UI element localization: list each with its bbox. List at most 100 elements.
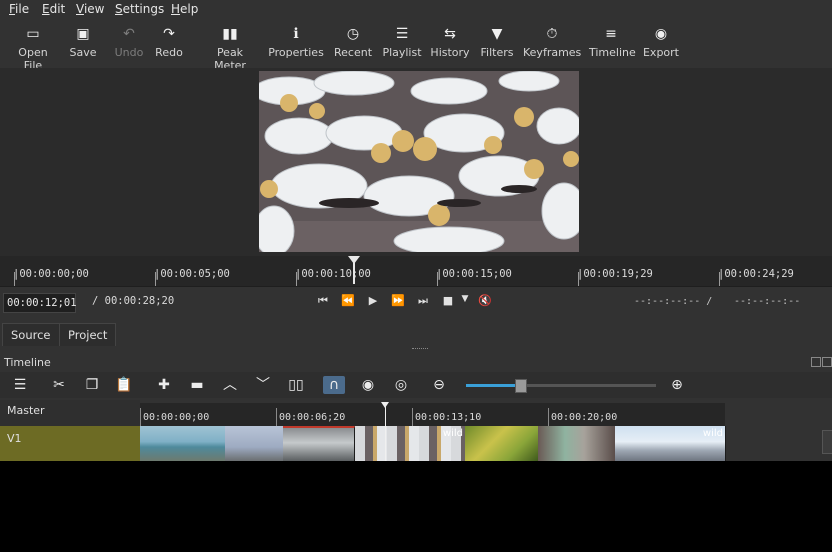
preview-time-ruler[interactable]: |00:00:00;00 |00:00:05;00 |00:00:10;00 |… — [0, 256, 832, 287]
menu-file[interactable]: File — [9, 2, 29, 16]
recent-button[interactable]: ◷ Recent — [332, 22, 374, 66]
timeline-ruler-label: 00:00:20;00 — [551, 412, 618, 423]
zoom-slider-handle[interactable] — [515, 379, 527, 393]
ruler-label: |00:00:10;00 — [295, 268, 371, 280]
tab-project[interactable]: Project — [59, 323, 117, 346]
menu-settings[interactable]: Settings — [115, 2, 164, 16]
copy-icon[interactable]: ❐ — [81, 376, 103, 394]
undo-button[interactable]: ↶ Undo — [112, 22, 146, 66]
remove-icon[interactable]: ▬ — [186, 376, 208, 394]
clip-thumbnail[interactable] — [538, 426, 616, 461]
total-duration: / 00:00:28;20 — [92, 295, 175, 307]
fast-forward-icon[interactable]: ⏩ — [390, 294, 406, 307]
timeline-ruler-tick — [276, 408, 277, 426]
filter-icon: ▼ — [491, 26, 503, 42]
in-point: --:--:--:-- / — [634, 296, 713, 307]
properties-button[interactable]: ℹ Properties — [268, 22, 324, 66]
menu-view[interactable]: View — [76, 2, 104, 16]
clip-thumbnail-selected[interactable] — [283, 426, 355, 461]
scrub-eye-icon[interactable]: ◉ — [357, 376, 379, 394]
save-icon: ▣ — [76, 26, 90, 42]
lift-icon[interactable]: ︿ — [219, 376, 241, 394]
undo-icon: ↶ — [123, 26, 135, 42]
video-frame — [259, 71, 579, 252]
playlist-button[interactable]: ☰ Playlist — [382, 22, 422, 66]
timeline-button[interactable]: ≡ Timeline — [589, 22, 636, 66]
snap-magnet-icon[interactable]: ∩ — [323, 376, 345, 394]
info-icon: ℹ — [293, 26, 299, 42]
redo-button[interactable]: ↷ Redo — [152, 22, 186, 66]
v1-track-header[interactable]: V1 — [0, 426, 140, 461]
history-icon: ⇆ — [444, 26, 456, 42]
peak-meter-button[interactable]: ▮▮ Peak Meter — [200, 22, 260, 72]
save-button[interactable]: ▣ Save — [66, 22, 100, 66]
disc-icon: ◉ — [654, 26, 668, 42]
open-file-icon: ▭ — [26, 26, 40, 42]
append-icon[interactable]: ✚ — [153, 376, 175, 394]
float-panel-icon[interactable] — [811, 357, 821, 367]
menu-help[interactable]: Help — [171, 2, 198, 16]
ruler-label: |00:00:24;29 — [718, 268, 794, 280]
tab-source[interactable]: Source — [2, 323, 60, 346]
zoom-in-icon[interactable]: ⊕ — [666, 376, 688, 394]
timeline-ruler[interactable]: 00:00:00;00 00:00:06;20 00:00:13;10 00:0… — [140, 403, 725, 426]
timeline-ruler-tick — [412, 408, 413, 426]
menubar: File Edit View Settings Help — [0, 0, 832, 20]
history-button[interactable]: ⇆ History — [430, 22, 470, 66]
ruler-label: |00:00:15;00 — [436, 268, 512, 280]
zoom-out-icon[interactable]: ⊖ — [428, 376, 450, 394]
chevron-down-icon[interactable]: ▼ — [457, 294, 473, 304]
out-point: --:--:--:-- — [734, 296, 801, 307]
timeline-menu-icon[interactable]: ☰ — [9, 376, 31, 394]
close-panel-icon[interactable] — [822, 357, 832, 367]
main-toolbar: ▭ Open File ▣ Save ↶ Undo ↷ Redo ▮▮ Peak… — [0, 22, 832, 72]
play-icon[interactable]: ▶ — [365, 294, 381, 307]
paste-icon[interactable]: 📋 — [113, 376, 135, 394]
skip-to-start-icon[interactable]: ⏮ — [315, 294, 331, 308]
peak-meter-icon: ▮▮ — [222, 26, 238, 42]
timeline-icon: ≡ — [605, 26, 617, 42]
ripple-target-icon[interactable]: ◎ — [390, 376, 412, 394]
keyframes-button[interactable]: ⏱ Keyframes — [523, 22, 581, 66]
open-file-button[interactable]: ▭ Open File — [8, 22, 58, 72]
ruler-label: |00:00:19;29 — [577, 268, 653, 280]
timeline-playhead — [385, 403, 386, 461]
rewind-icon[interactable]: ⏪ — [340, 294, 356, 307]
ruler-label: |00:00:05;00 — [154, 268, 230, 280]
redo-icon: ↷ — [163, 26, 175, 42]
timeline-toolbar: ☰ ✂ ❐ 📋 ✚ ▬ ︿ ﹀ ▯▯ ∩ ◉ ◎ ⊖ ⊕ — [0, 372, 832, 398]
menu-edit[interactable]: Edit — [42, 2, 65, 16]
zoom-slider-fill — [466, 384, 520, 387]
ruler-label: |00:00:00;00 — [13, 268, 89, 280]
export-button[interactable]: ◉ Export — [642, 22, 680, 66]
current-timecode-field[interactable]: 00:00:12;01 — [3, 293, 77, 313]
clip-thumbnail[interactable]: wild — [355, 426, 466, 461]
timeline-ruler-tick — [548, 408, 549, 426]
toggle-zoom-icon[interactable]: ■ — [440, 294, 456, 307]
clip-thumbnail[interactable] — [225, 426, 284, 461]
playlist-icon: ☰ — [395, 26, 409, 42]
preview-playhead — [353, 262, 355, 284]
split-icon[interactable]: ▯▯ — [285, 376, 307, 394]
clip-thumbnail[interactable] — [140, 426, 226, 461]
mute-icon[interactable]: 🔇 — [477, 294, 493, 307]
skip-to-end-icon[interactable]: ⏭ — [415, 294, 431, 308]
overwrite-icon[interactable]: ﹀ — [252, 376, 274, 394]
timeline-ruler-label: 00:00:13;10 — [415, 412, 482, 423]
timeline-ruler-label: 00:00:00;00 — [143, 412, 210, 423]
clip-thumbnail[interactable]: wild — [615, 426, 726, 461]
stopwatch-icon: ⏱ — [546, 26, 558, 42]
panel-splitter[interactable] — [412, 348, 428, 351]
v1-track-clips: wild wild — [140, 426, 726, 461]
cut-icon[interactable]: ✂ — [48, 376, 70, 394]
gannet-colony-image — [259, 71, 579, 252]
timeline-panel-title: Timeline — [4, 356, 51, 369]
shotcut-window: File Edit View Settings Help ▭ Open File… — [0, 0, 832, 461]
timeline-ruler-tick — [140, 408, 141, 426]
master-track-header[interactable]: Master — [0, 400, 140, 426]
timeline-vertical-scrollbar[interactable] — [822, 430, 832, 454]
clip-thumbnail[interactable] — [465, 426, 539, 461]
timeline-ruler-label: 00:00:06;20 — [279, 412, 346, 423]
filters-button[interactable]: ▼ Filters — [479, 22, 515, 66]
clock-icon: ◷ — [346, 26, 360, 42]
